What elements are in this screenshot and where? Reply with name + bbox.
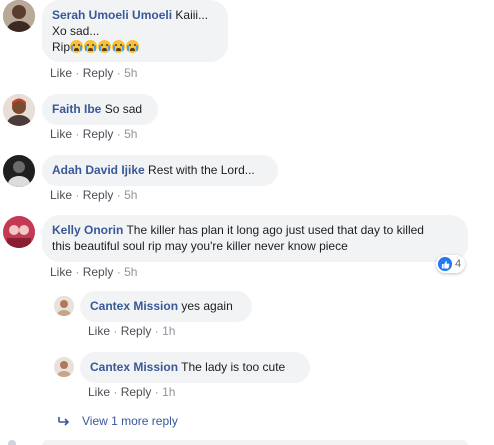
reply-bubble: Cantex Mission yes again [80,291,252,322]
reply-author[interactable]: Cantex Mission [90,360,178,374]
comment-bubble: Kelly Onorin The killer has plan it long… [42,215,468,262]
like-icon [438,257,452,271]
comment-author[interactable]: Kelly Onorin [52,223,123,237]
reply-link[interactable]: Reply [83,188,114,202]
reply-link[interactable]: Reply [83,265,114,279]
reply-text: The lady is too cute [181,360,286,374]
comment-text: Xo sad... [52,24,100,38]
reaction-count-label: 4 [455,258,462,270]
like-link[interactable]: Like [50,188,72,202]
reaction-count[interactable]: 4 [436,255,466,273]
like-link[interactable]: Like [88,385,110,399]
comment-bubble: Adah David Ijike Rest with the Lord... [42,155,278,186]
like-link[interactable]: Like [50,265,72,279]
avatar[interactable] [3,155,35,187]
view-more-replies-link[interactable]: View 1 more reply [58,414,178,428]
view-more-replies-label: View 1 more reply [82,414,178,428]
comment-timestamp[interactable]: 5h [124,127,137,141]
comment-actions: Like · Reply · 5h [50,265,138,279]
comment-author[interactable]: Adah David Ijike [52,163,145,177]
reply-link[interactable]: Reply [83,66,114,80]
reply-link[interactable]: Reply [121,385,152,399]
comment-actions: Like · Reply · 5h [50,127,138,141]
comment-text: So sad [104,102,143,116]
comment-text: Rip [52,40,71,54]
reply-actions: Like · Reply · 1h [88,324,176,338]
comment-bubble: Serah Umoeli Umoeli Kaiii... Xo sad... R… [42,0,228,62]
like-link[interactable]: Like [50,66,72,80]
avatar[interactable] [54,357,74,377]
comment-author[interactable]: Serah Umoeli Umoeli [52,8,172,22]
avatar[interactable] [54,296,74,316]
like-link[interactable]: Like [88,324,110,338]
comment-text: Kaiii... [175,8,209,22]
reply-actions: Like · Reply · 1h [88,385,176,399]
comment-timestamp[interactable]: 5h [124,265,137,279]
avatar[interactable] [3,216,35,248]
comment-timestamp[interactable]: 5h [124,66,137,80]
reply-text: yes again [181,299,233,313]
comment-timestamp[interactable]: 5h [124,188,137,202]
next-comment-partial [8,440,468,445]
reply-arrow-icon [58,416,70,426]
comment-text: Rest with the Lord... [148,163,255,177]
comment-text: The killer has plan it long ago just use… [126,223,424,237]
reply-link[interactable]: Reply [83,127,114,141]
reply-author[interactable]: Cantex Mission [90,299,178,313]
comment-text: this beautiful soul rip may you're kille… [52,239,348,253]
like-link[interactable]: Like [50,127,72,141]
reply-timestamp[interactable]: 1h [162,385,175,399]
reply-link[interactable]: Reply [121,324,152,338]
comment-actions: Like · Reply · 5h [50,188,138,202]
avatar[interactable] [3,94,35,126]
comment-author[interactable]: Faith Ibe [52,102,101,116]
loudly-crying-face-icon [70,40,140,54]
avatar[interactable] [3,0,35,32]
comment-actions: Like · Reply · 5h [50,66,138,80]
comment-bubble: Faith Ibe So sad [42,94,158,125]
reply-timestamp[interactable]: 1h [162,324,175,338]
reply-bubble: Cantex Mission The lady is too cute [80,352,310,383]
